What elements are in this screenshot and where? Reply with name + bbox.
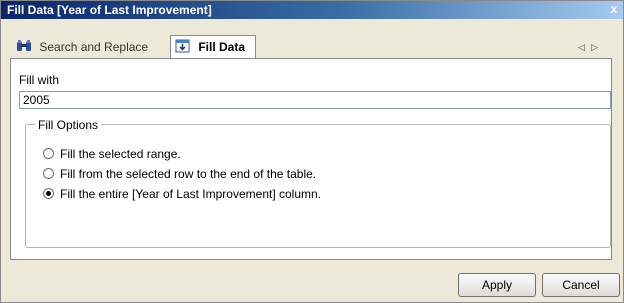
radio-label: Fill the selected range. [60, 147, 181, 161]
window-title: Fill Data [Year of Last Improvement] [7, 3, 212, 17]
title-bar[interactable]: Fill Data [Year of Last Improvement] x [1, 1, 623, 19]
tab-prev-arrow[interactable]: ◁ [578, 42, 591, 52]
tab-search-and-replace[interactable]: Search and Replace [16, 36, 148, 58]
binoculars-icon [16, 38, 32, 52]
tab-strip: Search and Replace Fill Data ◁▷ [10, 35, 612, 58]
radio-fill-entire-column[interactable]: Fill the entire [Year of Last Improvemen… [43, 186, 321, 202]
tab-fill-data[interactable]: Fill Data [170, 35, 256, 58]
close-icon[interactable]: x [607, 2, 621, 16]
fill-options-legend: Fill Options [35, 118, 102, 132]
fill-with-label: Fill with [19, 73, 60, 87]
radio-fill-selected-range[interactable]: Fill the selected range. [43, 146, 181, 162]
tab-next-arrow[interactable]: ▷ [591, 42, 604, 52]
cancel-button[interactable]: Cancel [542, 273, 620, 297]
tab-fill-label: Fill Data [198, 40, 246, 54]
tab-search-label: Search and Replace [39, 40, 149, 54]
tab-scroll-arrows: ◁▷ [578, 36, 604, 58]
radio-label: Fill the entire [Year of Last Improvemen… [60, 187, 322, 201]
fill-data-icon [175, 38, 191, 53]
radio-label: Fill from the selected row to the end of… [60, 167, 317, 181]
radio-fill-to-end[interactable]: Fill from the selected row to the end of… [43, 166, 316, 182]
radio-button[interactable] [43, 148, 54, 159]
fill-with-input[interactable] [19, 91, 611, 109]
radio-button[interactable] [43, 168, 54, 179]
apply-button[interactable]: Apply [458, 273, 536, 297]
radio-button-selected[interactable] [43, 188, 54, 199]
